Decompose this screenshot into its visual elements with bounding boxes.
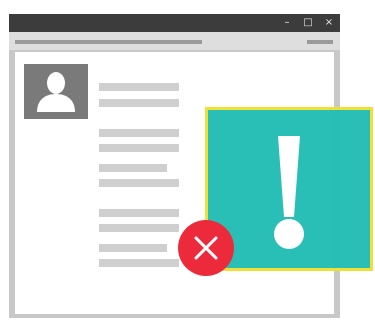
x-close-icon bbox=[194, 236, 218, 260]
close-button[interactable]: × bbox=[324, 14, 334, 32]
menu-bar-placeholder[interactable] bbox=[307, 40, 333, 44]
placeholder-text-line bbox=[99, 209, 179, 217]
placeholder-text-line bbox=[99, 99, 179, 107]
error-close-button[interactable] bbox=[178, 220, 234, 276]
placeholder-text-line bbox=[99, 129, 179, 137]
minimize-button[interactable]: – bbox=[282, 14, 292, 32]
browser-toolbar bbox=[9, 32, 340, 50]
placeholder-text-line bbox=[99, 144, 179, 152]
maximize-button[interactable]: □ bbox=[303, 14, 313, 32]
placeholder-text-line bbox=[99, 244, 167, 252]
illustration: – □ × bbox=[0, 0, 375, 332]
user-silhouette-icon bbox=[24, 64, 88, 119]
placeholder-text-line bbox=[99, 224, 179, 232]
placeholder-text-line bbox=[99, 179, 179, 187]
address-bar[interactable] bbox=[15, 40, 202, 44]
window-controls: – □ × bbox=[282, 14, 334, 32]
placeholder-text-line bbox=[99, 83, 179, 91]
placeholder-text-line bbox=[99, 164, 167, 172]
placeholder-text-line bbox=[99, 259, 179, 267]
title-bar: – □ × bbox=[9, 14, 340, 32]
